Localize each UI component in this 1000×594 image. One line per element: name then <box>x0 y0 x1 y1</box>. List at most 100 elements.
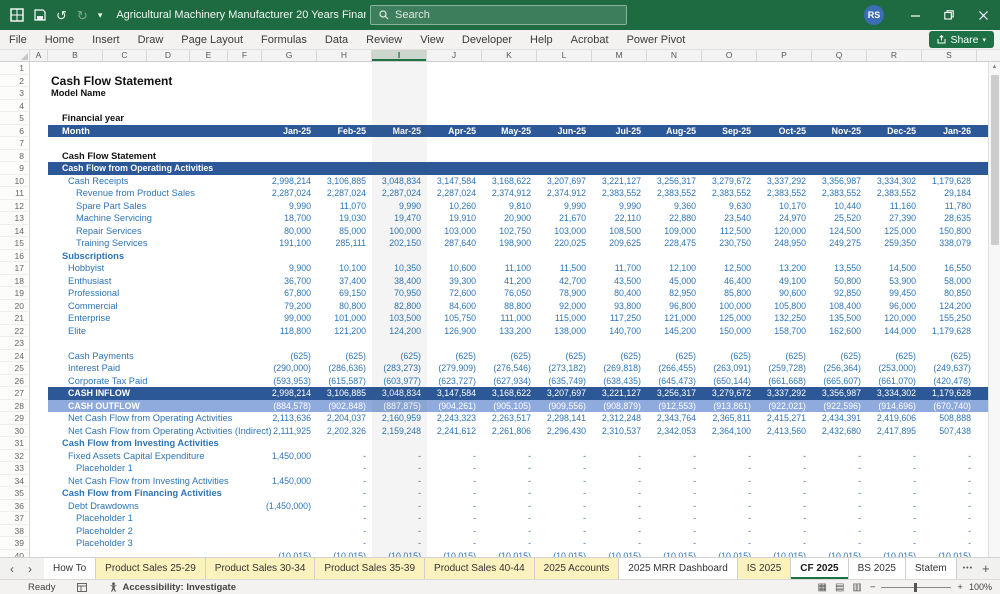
row-label[interactable]: Enthusiast <box>48 275 262 288</box>
cell[interactable]: - <box>812 512 867 525</box>
menu-tab-view[interactable]: View <box>411 30 453 50</box>
cell[interactable]: - <box>647 537 702 550</box>
menu-tab-help[interactable]: Help <box>521 30 562 50</box>
zoom-in-button[interactable]: + <box>957 582 963 593</box>
cell[interactable]: - <box>812 450 867 463</box>
cell[interactable]: 10,600 <box>427 262 482 275</box>
cell[interactable]: (650,144) <box>702 375 757 388</box>
cell[interactable]: - <box>372 500 427 513</box>
cell[interactable]: 2,310,537 <box>592 425 647 438</box>
cell[interactable]: (249,637) <box>922 362 977 375</box>
row-number[interactable]: 15 <box>0 237 30 250</box>
cell[interactable]: - <box>922 512 977 525</box>
cell[interactable]: - <box>702 450 757 463</box>
cell[interactable]: (603,977) <box>372 375 427 388</box>
cell[interactable] <box>702 162 757 175</box>
cell[interactable] <box>867 437 922 450</box>
cell[interactable]: 36,700 <box>262 275 317 288</box>
cell[interactable]: 3,106,885 <box>317 387 372 400</box>
cell[interactable]: (625) <box>482 350 537 363</box>
row-label[interactable]: Professional <box>48 287 262 300</box>
cell[interactable] <box>592 112 647 125</box>
cell[interactable] <box>30 337 48 350</box>
cell[interactable]: 2,298,141 <box>537 412 592 425</box>
row-number[interactable]: 5 <box>0 112 30 125</box>
cell[interactable]: 2,383,552 <box>702 187 757 200</box>
cell[interactable]: 20,900 <box>482 212 537 225</box>
cell[interactable] <box>702 75 757 88</box>
cell[interactable]: - <box>757 537 812 550</box>
cell[interactable]: 1,179,628 <box>922 325 977 338</box>
row-number[interactable]: 3 <box>0 87 30 100</box>
cell[interactable]: (625) <box>702 350 757 363</box>
sheet-tab-bs-2025[interactable]: BS 2025 <box>849 558 906 579</box>
cell[interactable]: 101,000 <box>317 312 372 325</box>
row-label[interactable]: Machine Servicing <box>48 212 262 225</box>
cell[interactable] <box>482 437 537 450</box>
cell[interactable] <box>922 250 977 263</box>
cell[interactable]: 191,100 <box>262 237 317 250</box>
cell[interactable]: 93,800 <box>592 300 647 313</box>
row-number[interactable]: 21 <box>0 312 30 325</box>
cell[interactable] <box>262 250 317 263</box>
cell[interactable] <box>427 162 482 175</box>
cell[interactable]: - <box>922 487 977 500</box>
cell[interactable]: 2,296,430 <box>537 425 592 438</box>
cell[interactable]: - <box>922 525 977 538</box>
cell[interactable] <box>30 287 48 300</box>
cell[interactable] <box>702 150 757 163</box>
cell[interactable]: 3,221,127 <box>592 175 647 188</box>
cell[interactable] <box>427 112 482 125</box>
cell[interactable]: (887,875) <box>372 400 427 413</box>
cell[interactable]: 3,168,622 <box>482 387 537 400</box>
row-number[interactable]: 36 <box>0 500 30 513</box>
cell[interactable]: 109,000 <box>647 225 702 238</box>
cell[interactable]: - <box>372 537 427 550</box>
cell[interactable]: 140,700 <box>592 325 647 338</box>
cell[interactable]: 508,888 <box>922 412 977 425</box>
cell[interactable]: - <box>867 475 922 488</box>
row-label[interactable]: Spare Part Sales <box>48 200 262 213</box>
cell[interactable]: 16,550 <box>922 262 977 275</box>
cell[interactable]: 70,950 <box>372 287 427 300</box>
cell[interactable] <box>702 112 757 125</box>
cell[interactable] <box>757 62 812 75</box>
cell[interactable]: - <box>922 537 977 550</box>
cell[interactable]: 10,260 <box>427 200 482 213</box>
cell[interactable]: 507,438 <box>922 425 977 438</box>
cell[interactable]: - <box>537 450 592 463</box>
cell[interactable] <box>482 75 537 88</box>
cell[interactable]: 198,900 <box>482 237 537 250</box>
customize-qat-icon[interactable]: ▾ <box>98 11 103 20</box>
sheet-tab-is-2025[interactable]: IS 2025 <box>738 558 791 579</box>
row-label[interactable] <box>48 62 262 75</box>
cell[interactable]: 50,800 <box>812 275 867 288</box>
cell[interactable]: 2,383,552 <box>867 187 922 200</box>
column-header-M[interactable]: M <box>592 50 647 61</box>
cell[interactable]: (10,015) <box>317 550 372 558</box>
cell[interactable]: - <box>922 500 977 513</box>
cell[interactable]: 118,800 <box>262 325 317 338</box>
cell[interactable]: 2,432,680 <box>812 425 867 438</box>
cell[interactable] <box>30 175 48 188</box>
cell[interactable]: 2,241,612 <box>427 425 482 438</box>
cell[interactable]: - <box>482 462 537 475</box>
cell[interactable] <box>537 250 592 263</box>
cell[interactable] <box>812 250 867 263</box>
cell[interactable]: 2,434,391 <box>812 412 867 425</box>
row-number[interactable]: 8 <box>0 150 30 163</box>
cell[interactable]: 3,048,834 <box>372 387 427 400</box>
cell[interactable]: 105,800 <box>757 300 812 313</box>
cell[interactable]: - <box>537 462 592 475</box>
cell[interactable]: 103,000 <box>427 225 482 238</box>
cell[interactable]: 202,150 <box>372 237 427 250</box>
search-input[interactable]: Search <box>370 5 627 25</box>
cell[interactable]: 158,700 <box>757 325 812 338</box>
cell[interactable]: 23,540 <box>702 212 757 225</box>
undo-icon[interactable]: ↺ <box>56 9 67 22</box>
cell[interactable]: - <box>757 525 812 538</box>
cell[interactable]: 2,998,214 <box>262 387 317 400</box>
cell[interactable]: 85,000 <box>317 225 372 238</box>
cell[interactable] <box>30 462 48 475</box>
cell[interactable] <box>757 337 812 350</box>
